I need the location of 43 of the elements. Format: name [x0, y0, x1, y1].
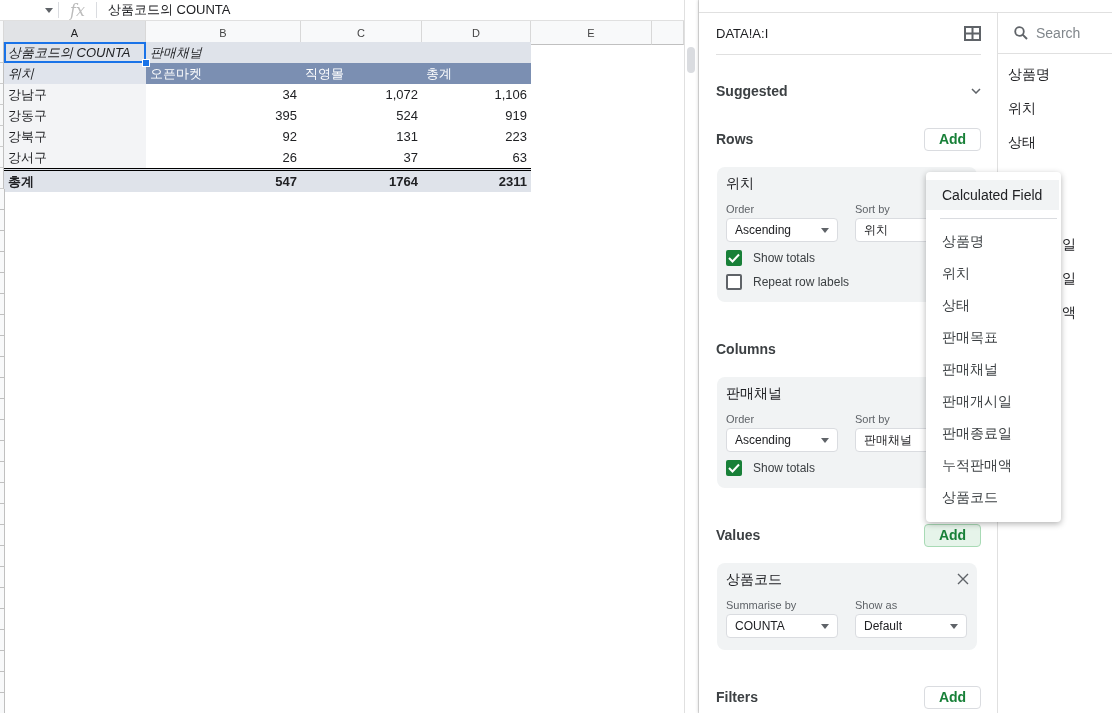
section-title: Values: [716, 527, 761, 543]
checkbox-label: Repeat row labels: [753, 275, 850, 289]
table-cell-text: 1,072: [384, 86, 419, 104]
checkbox-label: Show totals: [753, 461, 816, 475]
section-title: Suggested: [716, 83, 788, 99]
table-cell-text: 1,106: [493, 86, 528, 104]
section-title: Rows: [716, 131, 754, 147]
select-label: Sort by: [855, 203, 891, 215]
total-cell: 총계: [4, 168, 146, 192]
table-cell: 강서구: [4, 147, 146, 168]
pivot-header-cell: 직영몰: [301, 63, 422, 84]
field-name: 판매채널: [726, 385, 783, 403]
pivot-header-cell: 판매채널: [146, 42, 301, 63]
field-name: 상품코드: [726, 571, 783, 589]
total-cell: 2311: [422, 168, 531, 192]
select-label: Order: [726, 203, 756, 215]
section-title: Filters: [716, 689, 758, 705]
table-cell-text: 919: [504, 107, 528, 125]
pivot-header-cell: 총계: [422, 63, 531, 84]
select-label: Sort by: [855, 413, 891, 425]
total-cell: 547: [146, 168, 301, 192]
table-cell-text: 131: [395, 128, 419, 146]
table-cell-text: 524: [395, 107, 419, 125]
total-cell: 1764: [301, 168, 422, 192]
table-cell-text: 92: [281, 128, 298, 146]
table-cell-text: 26: [281, 149, 298, 167]
table-cell-text: 395: [274, 107, 298, 125]
table-cell: 강남구: [4, 84, 146, 105]
table-cell-text: 223: [504, 128, 528, 146]
table-cell: 강동구: [4, 105, 146, 126]
checkbox-label: Show totals: [753, 251, 816, 265]
field-name: 위치: [726, 175, 755, 193]
table-cell-text: 37: [402, 149, 419, 167]
section-title: Columns: [716, 341, 776, 357]
function-icon: fx: [70, 0, 85, 20]
table-cell: 강북구: [4, 126, 146, 147]
pivot-header-cell: 위치: [4, 63, 146, 84]
table-cell-text: 63: [511, 149, 528, 167]
select-label: Summarise by: [726, 599, 798, 611]
select-label: Order: [726, 413, 756, 425]
select-label: Show as: [855, 599, 899, 611]
pivot-header-cell: 오픈마켓: [146, 63, 301, 84]
table-cell-text: 34: [281, 86, 298, 104]
